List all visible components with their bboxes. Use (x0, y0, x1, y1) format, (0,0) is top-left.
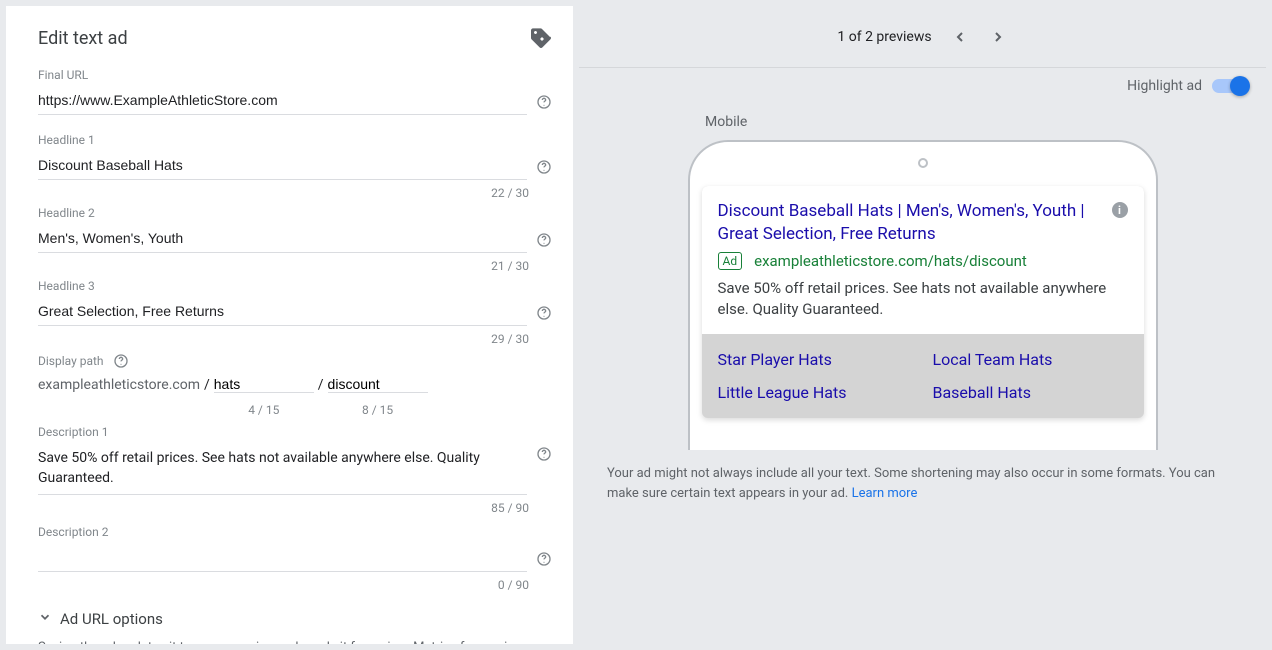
sitelink: Baseball Hats (933, 383, 1128, 402)
help-icon[interactable] (535, 158, 553, 176)
final-url-input[interactable] (38, 88, 527, 115)
description2-counter: 0 / 90 (38, 578, 529, 592)
description1-counter: 85 / 90 (38, 501, 529, 515)
headline1-input[interactable] (38, 153, 527, 180)
preview-mobile-label: Mobile (705, 114, 747, 130)
path1-counter: 4 / 15 (214, 403, 314, 417)
prev-preview-button[interactable] (950, 27, 970, 47)
edit-panel: Edit text ad Final URL Headline 1 (6, 6, 573, 644)
description1-input[interactable] (38, 445, 527, 495)
ad-preview-card: Discount Baseball Hats | Men's, Women's,… (702, 186, 1144, 418)
display-path-label: Display path (38, 354, 104, 368)
help-icon[interactable] (535, 93, 553, 111)
sitelink: Star Player Hats (718, 350, 913, 369)
sitelink: Little League Hats (718, 383, 913, 402)
help-icon[interactable] (535, 304, 553, 322)
ad-badge: Ad (718, 252, 743, 270)
path1-input[interactable] (214, 376, 314, 393)
info-icon[interactable]: i (1112, 202, 1128, 218)
preview-disclaimer: Your ad might not always include all you… (599, 450, 1246, 503)
preview-panel: 1 of 2 previews Highlight ad Mobile Disc… (579, 6, 1266, 644)
headline2-counter: 21 / 30 (38, 259, 529, 273)
headline3-label: Headline 3 (38, 279, 553, 293)
phone-preview: Discount Baseball Hats | Men's, Women's,… (688, 140, 1158, 450)
ad-url-options-toggle[interactable]: Ad URL options (38, 610, 163, 628)
headline2-label: Headline 2 (38, 206, 553, 220)
highlight-ad-toggle[interactable] (1212, 79, 1248, 93)
help-icon[interactable] (112, 352, 130, 370)
ad-preview-description: Save 50% off retail prices. See hats not… (718, 278, 1128, 320)
final-url-label: Final URL (38, 68, 553, 82)
description1-label: Description 1 (38, 425, 553, 439)
path2-input[interactable] (328, 376, 428, 393)
help-icon[interactable] (535, 550, 553, 568)
path2-counter: 8 / 15 (328, 403, 428, 417)
learn-more-link[interactable]: Learn more (852, 486, 918, 501)
headline3-input[interactable] (38, 299, 527, 326)
panel-title: Edit text ad (38, 28, 128, 49)
help-icon[interactable] (535, 231, 553, 249)
headline1-label: Headline 1 (38, 133, 553, 147)
description2-input[interactable] (38, 545, 527, 572)
chevron-down-icon (38, 610, 52, 628)
price-tag-icon[interactable] (529, 26, 553, 50)
help-icon[interactable] (535, 445, 553, 463)
next-preview-button[interactable] (988, 27, 1008, 47)
headline1-counter: 22 / 30 (38, 186, 529, 200)
ad-url-options-label: Ad URL options (60, 610, 163, 628)
ad-preview-url: exampleathleticstore.com/hats/discount (754, 252, 1027, 270)
save-note: Saving the ad updates it to a new versio… (38, 638, 553, 644)
ad-preview-headline: Discount Baseball Hats | Men's, Women's,… (718, 200, 1128, 246)
highlight-ad-label: Highlight ad (1127, 78, 1202, 94)
description2-label: Description 2 (38, 525, 553, 539)
headline3-counter: 29 / 30 (38, 332, 529, 346)
display-path-base: exampleathleticstore.com (38, 377, 200, 393)
sitelink: Local Team Hats (933, 350, 1128, 369)
headline2-input[interactable] (38, 226, 527, 253)
preview-counter: 1 of 2 previews (837, 29, 931, 45)
